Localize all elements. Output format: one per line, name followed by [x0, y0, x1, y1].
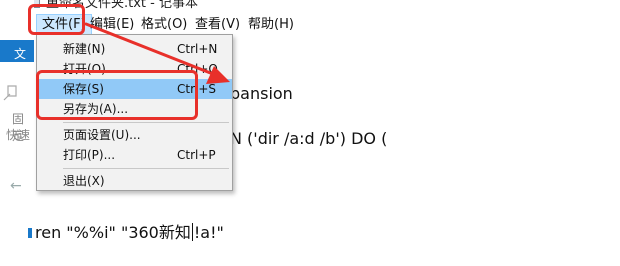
menu-item-new-label: 新建(N) [63, 42, 106, 56]
title-bar: 重命名文件夹.txt - 记事本 [0, 0, 620, 12]
sidebar-fragment [28, 228, 32, 238]
menu-item-page-setup-label: 页面设置(U)... [63, 128, 141, 142]
editor-line-2[interactable]: N ('dir /a:d /b') DO ( [230, 129, 387, 148]
menu-item-print-shortcut: Ctrl+P [177, 148, 216, 162]
menu-item-print[interactable]: 打印(P)... Ctrl+P [38, 145, 232, 165]
menu-item-exit-label: 退出(X) [63, 174, 105, 188]
annotation-box-save-items [36, 70, 198, 120]
menu-item-new[interactable]: 新建(N) Ctrl+N [38, 39, 232, 59]
ribbon-file-tab-label: 文 [14, 47, 27, 61]
menu-separator [63, 168, 229, 169]
editor-line-3-after-caret: !a!" [193, 223, 224, 242]
menu-item-page-setup[interactable]: 页面设置(U)... [38, 125, 232, 145]
menu-bar: 文件(F) 编辑(E) 格式(O) 查看(V) 帮助(H) [0, 12, 620, 36]
editor-line-1[interactable]: pansion [230, 84, 293, 103]
menu-help[interactable]: 帮助(H) [248, 16, 294, 33]
pin-icon[interactable] [2, 82, 26, 104]
text-caret [191, 223, 193, 241]
quick-access-label: 快速 [6, 128, 31, 142]
menu-separator [63, 122, 229, 123]
menu-item-exit[interactable]: 退出(X) [38, 171, 232, 191]
editor-line-3-before-caret: ren "%%i" "360新知 [35, 223, 191, 242]
annotation-box-file-menu [28, 4, 85, 35]
menu-item-new-shortcut: Ctrl+N [177, 42, 218, 56]
menu-item-print-label: 打印(P)... [63, 148, 116, 162]
explorer-window-strip: 文 固定 快速 ← [0, 0, 34, 266]
menu-format[interactable]: 格式(O) [141, 16, 187, 33]
editor-line-3[interactable]: ren "%%i" "360新知 !a!" [35, 219, 224, 243]
back-arrow-icon[interactable]: ← [10, 178, 22, 194]
menu-edit[interactable]: 编辑(E) [90, 16, 134, 33]
menu-view[interactable]: 查看(V) [195, 16, 240, 33]
